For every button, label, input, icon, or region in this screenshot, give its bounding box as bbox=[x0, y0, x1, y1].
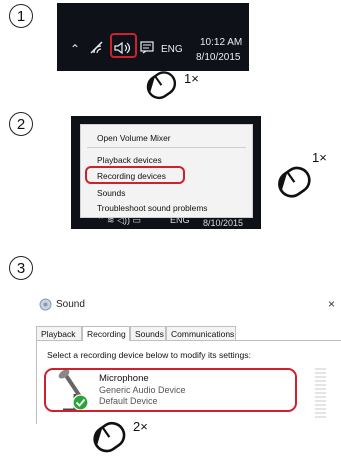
tab-playback[interactable]: Playback bbox=[36, 326, 82, 340]
step-number: 3 bbox=[16, 259, 26, 277]
language-indicator[interactable]: ENG bbox=[161, 44, 183, 55]
speaker-highlight bbox=[110, 33, 137, 58]
taskbar-date: 8/10/2015 bbox=[203, 218, 244, 228]
click-count: 2× bbox=[133, 419, 148, 434]
step-1-badge: 1 bbox=[9, 4, 33, 28]
action-center-icon[interactable] bbox=[140, 41, 154, 58]
microphone-highlight bbox=[44, 368, 297, 412]
step-number: 2 bbox=[16, 115, 26, 133]
tab-bar: Playback Recording Sounds Communications bbox=[36, 326, 341, 341]
click-count: 1× bbox=[184, 71, 199, 86]
tab-recording[interactable]: Recording bbox=[82, 326, 130, 341]
clock-time[interactable]: 10:12 AM bbox=[200, 37, 242, 48]
chevron-up-icon[interactable]: ⌃ bbox=[70, 43, 80, 55]
mouse-icon bbox=[93, 421, 126, 453]
close-icon[interactable]: × bbox=[328, 297, 335, 311]
wifi-icon[interactable] bbox=[89, 41, 105, 58]
dialog-title: Sound bbox=[56, 299, 85, 310]
recording-devices-highlight bbox=[85, 166, 185, 184]
menu-item-playback-devices[interactable]: Playback devices bbox=[97, 155, 162, 165]
sound-dialog: Sound × Playback Recording Sounds Commun… bbox=[36, 294, 341, 424]
taskbar: ⌃ ENG 10:12 AM 8/10/2015 bbox=[57, 3, 249, 71]
step-number: 1 bbox=[16, 7, 26, 25]
menu-item-sounds[interactable]: Sounds bbox=[97, 188, 125, 198]
mouse-icon bbox=[278, 166, 311, 198]
level-meter bbox=[315, 368, 326, 420]
tab-communications[interactable]: Communications bbox=[166, 326, 236, 340]
step-2-badge: 2 bbox=[9, 112, 33, 136]
clock-date[interactable]: 8/10/2015 bbox=[196, 52, 241, 63]
mouse-icon bbox=[146, 71, 177, 100]
instruction-text: Select a recording device below to modif… bbox=[47, 350, 251, 360]
step-3-badge: 3 bbox=[9, 256, 33, 280]
tab-sounds[interactable]: Sounds bbox=[130, 326, 166, 340]
sound-app-icon bbox=[39, 298, 52, 311]
click-count: 1× bbox=[312, 150, 327, 165]
menu-item-open-volume-mixer[interactable]: Open Volume Mixer bbox=[97, 133, 171, 143]
menu-separator bbox=[87, 147, 246, 148]
menu-item-troubleshoot[interactable]: Troubleshoot sound problems bbox=[97, 203, 208, 213]
